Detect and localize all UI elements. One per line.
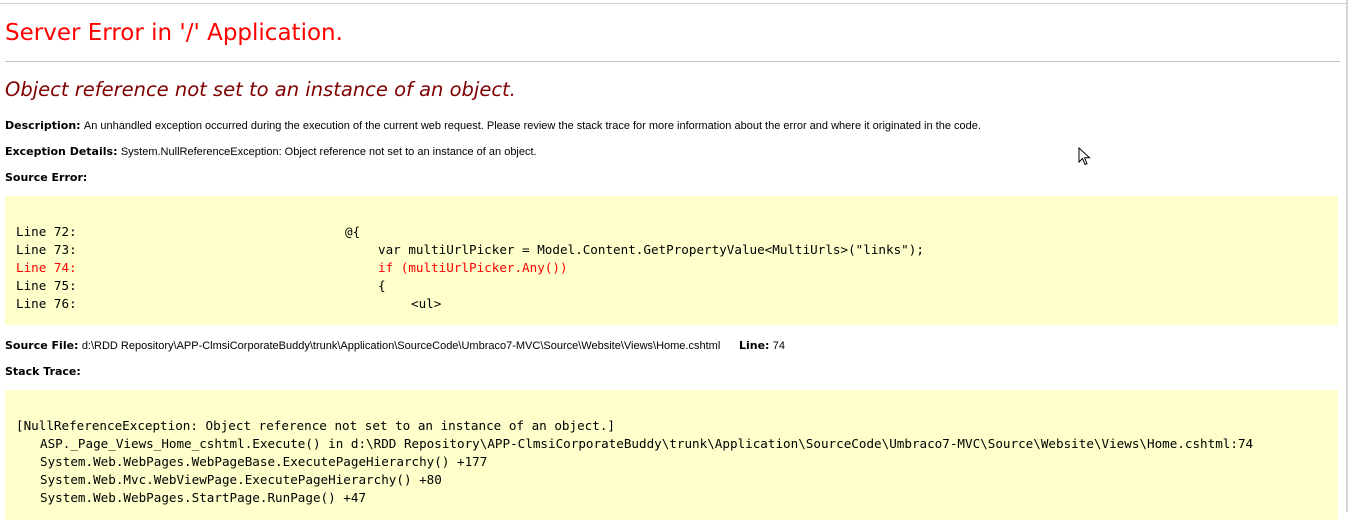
source-error-row: Source Error: xyxy=(5,171,87,184)
stack-trace-line: ASP._Page_Views_Home_cshtml.Execute() in… xyxy=(40,436,1254,451)
description-row: Description: An unhandled exception occu… xyxy=(5,119,981,132)
title-divider xyxy=(5,61,1340,62)
source-line-label: Line: xyxy=(738,339,770,352)
source-error-label: Source Error: xyxy=(5,171,88,184)
source-line-code: @{ xyxy=(345,224,361,239)
error-message: Object reference not set to an instance … xyxy=(5,78,516,101)
stack-trace-line: System.Web.WebPages.WebPageBase.ExecuteP… xyxy=(40,454,488,469)
source-line-code: var multiUrlPicker = Model.Content.GetPr… xyxy=(378,242,924,257)
mouse-cursor-icon xyxy=(1078,147,1091,166)
stack-trace-line: [NullReferenceException: Object referenc… xyxy=(16,418,615,433)
source-line-number: Line 75: xyxy=(16,278,77,293)
source-line-number: Line 72: xyxy=(16,224,77,239)
exception-details-row: Exception Details: System.NullReferenceE… xyxy=(5,145,537,158)
source-line-number-highlighted: Line 74: xyxy=(16,260,77,275)
source-line-number: Line 76: xyxy=(16,296,77,311)
description-text: An unhandled exception occurred during t… xyxy=(83,120,981,132)
top-border xyxy=(0,3,1348,4)
source-line-code-highlighted: if (multiUrlPicker.Any()) xyxy=(378,260,568,275)
source-line-value: 74 xyxy=(772,340,786,352)
stack-trace-label: Stack Trace: xyxy=(5,365,81,378)
description-label: Description: xyxy=(5,119,81,132)
exception-details-text: System.NullReferenceException: Object re… xyxy=(120,146,537,158)
page-title: Server Error in '/' Application. xyxy=(5,20,343,46)
source-file-label: Source File: xyxy=(5,339,79,352)
source-file-row: Source File: d:\RDD Repository\APP-Clmsi… xyxy=(5,339,785,352)
source-line-code: <ul> xyxy=(411,296,442,311)
source-line-code: { xyxy=(378,278,386,293)
source-error-box: Line 72: @{ Line 73: var multiUrlPicker … xyxy=(5,196,1338,325)
source-file-path: d:\RDD Repository\APP-ClmsiCorporateBudd… xyxy=(81,340,721,352)
stack-trace-row: Stack Trace: xyxy=(5,365,81,378)
exception-details-label: Exception Details: xyxy=(5,145,118,158)
stack-trace-line: System.Web.WebPages.StartPage.RunPage() … xyxy=(40,490,367,505)
source-line-number: Line 73: xyxy=(16,242,77,257)
stack-trace-box: [NullReferenceException: Object referenc… xyxy=(5,390,1338,520)
stack-trace-line: System.Web.Mvc.WebViewPage.ExecutePageHi… xyxy=(40,472,442,487)
